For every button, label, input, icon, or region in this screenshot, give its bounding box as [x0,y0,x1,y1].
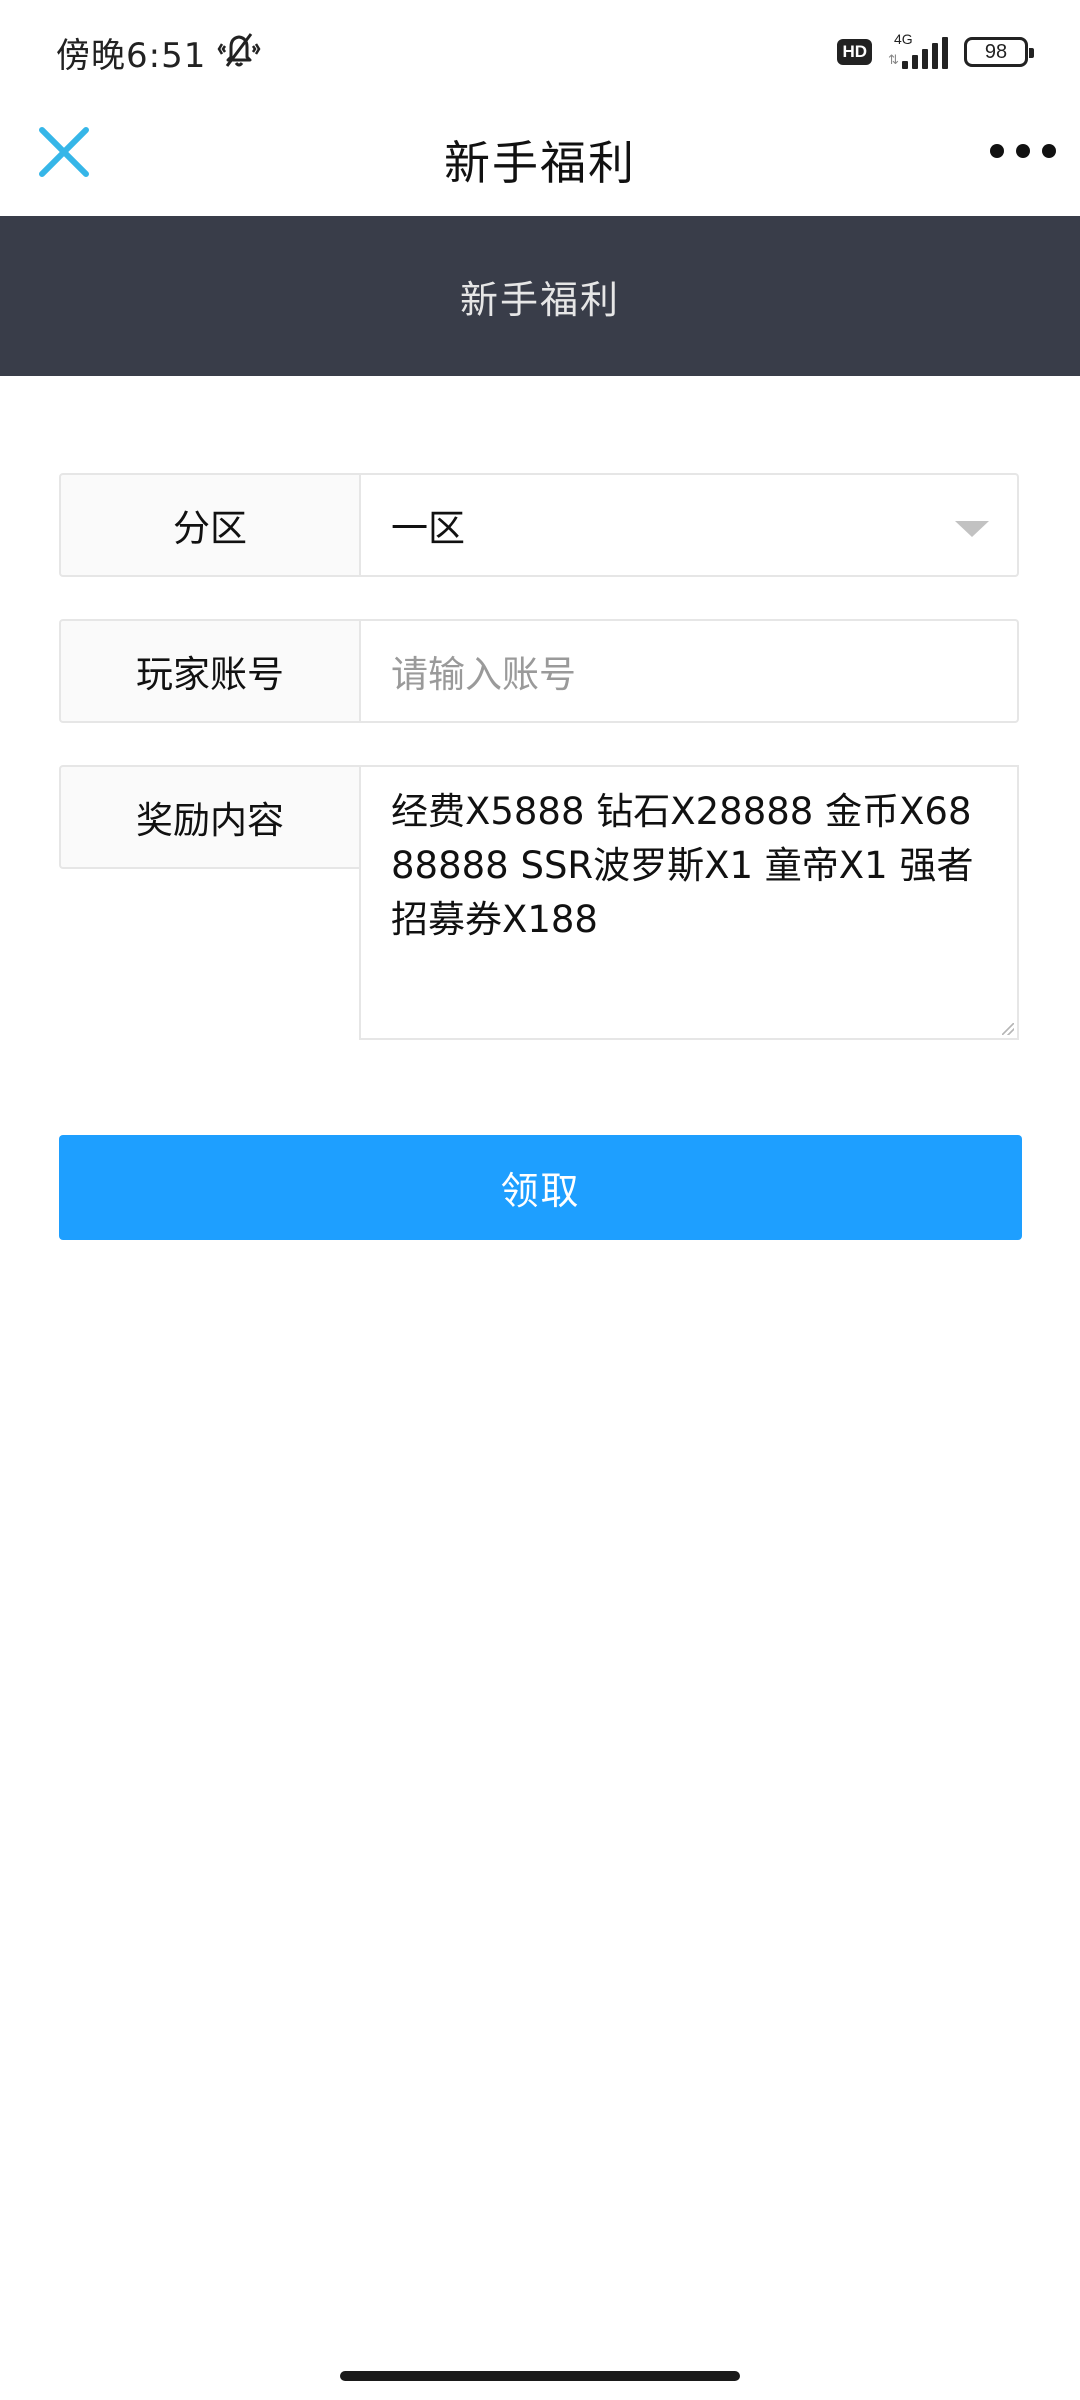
reward-text: 经费X5888 钻石X28888 金币X6888888 SSR波罗斯X1 童帝X… [391,790,974,941]
status-right: HD 4G ⇅ 98 [837,31,1034,69]
signal-icon: 4G ⇅ [888,31,948,69]
zone-select-value: 一区 [391,507,465,550]
more-dots-icon [990,144,1004,158]
more-button[interactable] [990,134,1056,168]
hd-badge: HD [837,39,872,65]
account-input[interactable]: 请输入账号 [361,619,1019,723]
home-indicator[interactable] [340,2371,740,2381]
account-row: 玩家账号 请输入账号 [59,619,1019,723]
claim-button[interactable]: 领取 [59,1135,1022,1240]
page-header: 新手福利 [0,216,1080,376]
data-arrows-icon: ⇅ [888,53,899,68]
nav-bar: 新手福利 [0,104,1080,216]
zone-label: 分区 [59,473,361,577]
status-time: 傍晚6:51 [56,35,207,76]
resize-grip-icon[interactable] [1002,1023,1014,1035]
page-header-title: 新手福利 [459,277,620,322]
more-dot [1016,144,1030,158]
zone-select[interactable]: 一区 [361,473,1019,577]
battery-icon: 98 [964,37,1034,67]
more-dot [1042,144,1056,158]
status-left: 傍晚6:51 [56,28,262,77]
zone-row: 分区 一区 [59,473,1019,577]
caret-down-icon [955,521,989,537]
close-button[interactable] [36,122,92,182]
battery-level: 98 [984,40,1008,63]
reward-label: 奖励内容 [59,765,361,869]
close-icon [39,127,89,177]
reward-textarea[interactable]: 经费X5888 钻石X28888 金币X6888888 SSR波罗斯X1 童帝X… [359,765,1019,1040]
nav-title: 新手福利 [444,136,636,190]
account-label: 玩家账号 [59,619,361,723]
network-type: 4G [894,31,913,47]
bell-slash-vibrate-icon [216,30,262,74]
account-placeholder: 请输入账号 [391,653,576,696]
status-bar: 傍晚6:51 HD 4G ⇅ 98 [0,0,1080,104]
